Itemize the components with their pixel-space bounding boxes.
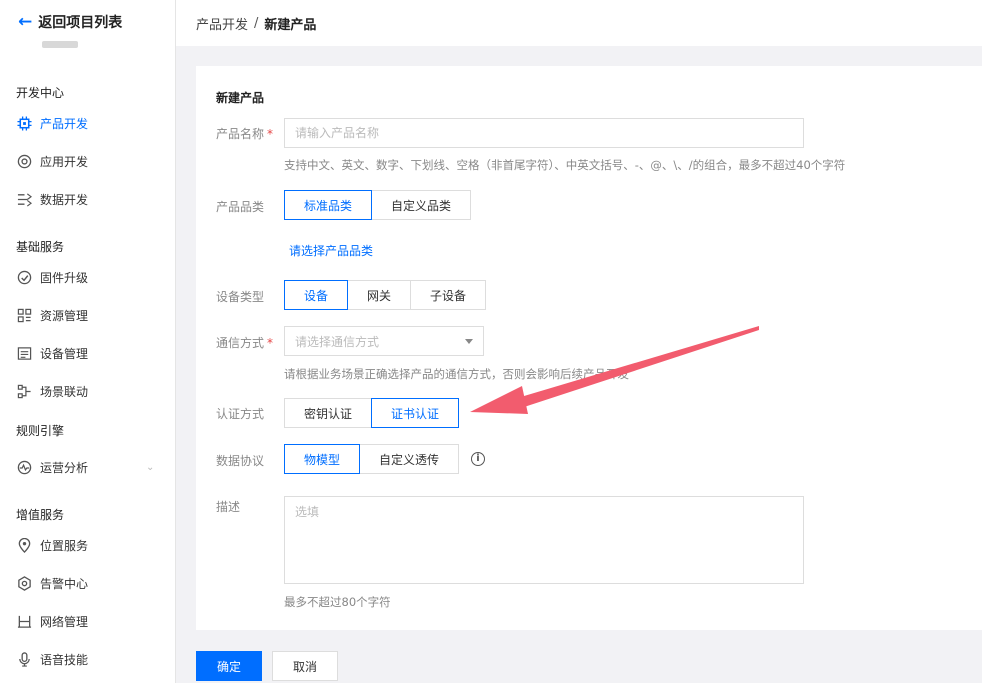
form-title: 新建产品 — [216, 91, 265, 105]
data-protocol-selector: 物模型 自定义透传 — [284, 444, 460, 474]
description-hint: 最多不超过80个字符 — [284, 595, 391, 609]
device-type-option-subdevice[interactable]: 子设备 — [410, 280, 487, 310]
device-type-selector: 设备 网关 子设备 — [284, 280, 487, 310]
analytics-icon — [16, 459, 32, 475]
label-text: 通信方式 — [216, 336, 265, 350]
comm-method-select[interactable]: 请选择通信方式 — [284, 326, 484, 356]
label-text: 产品名称 — [216, 127, 265, 141]
category-label: 产品品类 — [216, 200, 265, 214]
device-type-label: 设备类型 — [216, 290, 265, 304]
sidebar-item-firmware[interactable]: 固件升级 — [0, 262, 175, 292]
back-to-project-list[interactable]: ← 返回项目列表 — [18, 12, 122, 32]
auth-option-certificate[interactable]: 证书认证 — [371, 398, 460, 428]
device-icon — [16, 345, 32, 361]
sidebar-item-location[interactable]: 位置服务 — [0, 530, 175, 560]
breadcrumb-parent[interactable]: 产品开发 — [196, 14, 248, 33]
required-mark: * — [267, 127, 274, 141]
sidebar-item-label: 产品开发 — [40, 116, 89, 131]
category-option-custom[interactable]: 自定义品类 — [371, 190, 472, 220]
sidebar-item-product-dev[interactable]: 产品开发 — [0, 108, 175, 138]
alarm-icon — [16, 575, 32, 591]
app-icon — [16, 153, 32, 169]
confirm-button[interactable]: 确定 — [196, 651, 262, 681]
project-name-blurred — [42, 41, 78, 48]
sidebar-item-resource[interactable]: 资源管理 — [0, 300, 175, 330]
data-protocol-label: 数据协议 — [216, 454, 265, 468]
info-icon[interactable]: i — [471, 452, 485, 466]
sidebar-item-label: 位置服务 — [40, 538, 89, 553]
scene-icon — [16, 383, 32, 399]
network-icon — [16, 613, 32, 629]
section-dev-center: 开发中心 — [16, 86, 65, 100]
page-title: 新建产品 — [264, 17, 317, 33]
sidebar-item-app-dev[interactable]: 应用开发 — [0, 146, 175, 176]
product-name-hint: 支持中文、英文、数字、下划线、空格（非首尾字符）、中英文括号、-、@、\、/的组… — [284, 158, 846, 172]
arrow-left-icon: ← — [18, 11, 33, 32]
sidebar-item-label: 数据开发 — [40, 192, 89, 207]
sidebar-item-alarm[interactable]: 告警中心 — [0, 568, 175, 598]
section-value-added: 增值服务 — [16, 508, 65, 522]
category-option-standard[interactable]: 标准品类 — [284, 190, 373, 220]
product-name-label: 产品名称 * — [216, 125, 273, 142]
sidebar-item-label: 运营分析 — [40, 460, 89, 475]
auth-method-label: 认证方式 — [216, 407, 265, 421]
back-label: 返回项目列表 — [38, 15, 123, 31]
data-flow-icon — [16, 191, 32, 207]
sidebar-item-label: 设备管理 — [40, 346, 89, 361]
required-mark: * — [267, 336, 274, 350]
create-product-form: 新建产品 产品名称* 支持中文、英文、数字、下划线、空格（非首尾字符）、中英文括… — [196, 66, 982, 630]
device-type-option-device[interactable]: 设备 — [284, 280, 349, 310]
breadcrumb: 产品开发 / 新建产品 — [176, 0, 982, 46]
sidebar-item-scene[interactable]: 场景联动 — [0, 376, 175, 406]
chip-icon — [16, 115, 32, 131]
sidebar: ← 返回项目列表 开发中心 产品开发 应用开发 数据开发 基础服务 固件升级 资… — [0, 0, 176, 683]
sidebar-item-network[interactable]: 网络管理 — [0, 606, 175, 636]
sidebar-item-label: 资源管理 — [40, 308, 89, 323]
sidebar-item-label: 告警中心 — [40, 576, 89, 591]
sidebar-item-analytics[interactable]: 运营分析 ⌄ — [0, 452, 175, 482]
resource-icon — [16, 307, 32, 323]
sidebar-item-label: 场景联动 — [40, 384, 89, 399]
sidebar-item-label: 网络管理 — [40, 614, 89, 629]
description-label: 描述 — [216, 500, 241, 514]
sidebar-item-label: 语音技能 — [40, 652, 89, 667]
sidebar-item-label: 应用开发 — [40, 154, 89, 169]
sidebar-item-data-dev[interactable]: 数据开发 — [0, 184, 175, 214]
voice-icon — [16, 651, 32, 667]
location-icon — [16, 537, 32, 553]
protocol-option-thing-model[interactable]: 物模型 — [284, 444, 361, 474]
product-name-input[interactable] — [284, 118, 804, 148]
sidebar-item-label: 固件升级 — [40, 270, 89, 285]
comm-method-label: 通信方式 * — [216, 334, 273, 351]
cancel-button[interactable]: 取消 — [272, 651, 338, 681]
select-category-link[interactable]: 请选择产品品类 — [289, 242, 373, 259]
section-basic-services: 基础服务 — [16, 240, 65, 254]
sidebar-item-device[interactable]: 设备管理 — [0, 338, 175, 368]
section-rule-engine: 规则引擎 — [16, 424, 65, 438]
auth-method-selector: 密钥认证 证书认证 — [284, 398, 460, 428]
sidebar-item-voice[interactable]: 语音技能 — [0, 644, 175, 674]
description-textarea[interactable] — [284, 496, 804, 584]
firmware-icon — [16, 269, 32, 285]
caret-down-icon — [465, 339, 473, 344]
protocol-option-custom-passthrough[interactable]: 自定义透传 — [359, 444, 460, 474]
category-selector: 标准品类 自定义品类 — [284, 190, 472, 220]
chevron-down-icon: ⌄ — [146, 461, 155, 473]
breadcrumb-separator: / — [254, 15, 259, 31]
comm-method-placeholder: 请选择通信方式 — [295, 334, 380, 349]
device-type-option-gateway[interactable]: 网关 — [347, 280, 412, 310]
auth-option-key[interactable]: 密钥认证 — [284, 398, 373, 428]
comm-method-hint: 请根据业务场景正确选择产品的通信方式，否则会影响后续产品开发 — [284, 367, 629, 381]
